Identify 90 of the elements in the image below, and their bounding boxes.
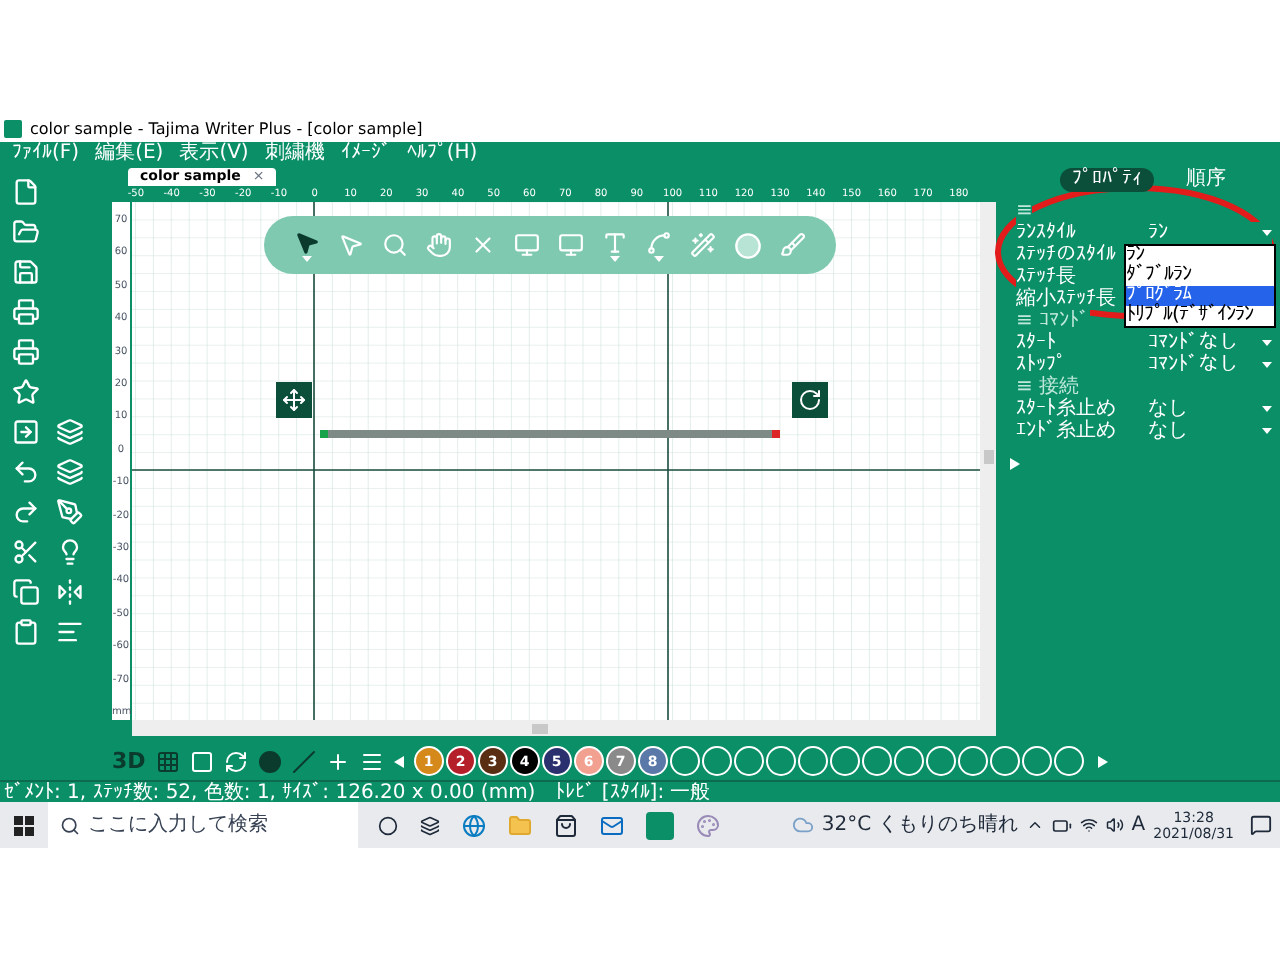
section-header: ≡ 接続 xyxy=(1016,376,1080,398)
star-icon[interactable] xyxy=(12,378,40,406)
vertical-scrollbar[interactable] xyxy=(980,202,996,720)
redo-icon[interactable] xyxy=(12,498,40,526)
sphere-icon[interactable] xyxy=(257,749,282,773)
menu-item[interactable]: 刺繍機 xyxy=(264,142,325,166)
property-value: ｺﾏﾝﾄﾞなし xyxy=(1148,354,1238,376)
property-value: ｺﾏﾝﾄﾞなし xyxy=(1148,332,1238,354)
caret-icon xyxy=(610,255,621,261)
property-dropdown[interactable]: ｺﾏﾝﾄﾞなし xyxy=(1148,354,1272,376)
dropdown-option[interactable]: ﾀﾞﾌﾞﾙﾗﾝ xyxy=(1126,266,1274,286)
browser-icon[interactable] xyxy=(462,813,486,837)
move-handle[interactable] xyxy=(276,382,312,418)
search-placeholder: ここに入力して検索 xyxy=(88,813,268,837)
property-label: ｽﾀｰﾄ糸止め xyxy=(1016,398,1116,420)
open-folder-icon[interactable] xyxy=(12,218,40,246)
chevron-up-icon[interactable] xyxy=(1025,816,1044,834)
property-label: 縮小ｽﾃｯﾁ長 xyxy=(1016,288,1116,310)
app-taskbar-icon[interactable] xyxy=(646,811,674,839)
property-value: なし xyxy=(1148,398,1188,420)
grid-icon[interactable] xyxy=(155,749,180,773)
menu-item[interactable]: ｲﾒｰｼﾞ xyxy=(340,142,391,166)
menu-icon[interactable] xyxy=(359,749,384,773)
dropdown-option[interactable]: ﾗﾝ xyxy=(1126,246,1274,266)
move-icon xyxy=(282,388,306,412)
collapse-arrow-icon[interactable] xyxy=(1010,458,1020,470)
property-label: ｽﾃｯﾁ長 xyxy=(1016,266,1076,288)
undo-icon[interactable] xyxy=(12,458,40,486)
caret-icon xyxy=(654,255,665,261)
property-dropdown[interactable]: ﾗﾝ xyxy=(1148,222,1272,244)
menu-item[interactable]: 編集(E) xyxy=(95,142,164,166)
property-value: ﾗﾝ xyxy=(1148,222,1168,244)
panel-tab[interactable]: ﾌﾟﾛﾊﾟﾃｨ xyxy=(1060,168,1154,192)
property-dropdown[interactable]: なし xyxy=(1148,398,1272,420)
notification-icon[interactable] xyxy=(1250,814,1272,836)
property-label: ｽﾄｯﾌﾟ xyxy=(1016,354,1066,376)
copy-icon[interactable] xyxy=(12,578,40,606)
search-icon xyxy=(60,815,80,835)
menu-item[interactable]: 表示(V) xyxy=(179,142,249,166)
rotate-icon xyxy=(798,388,822,412)
dropdown-option[interactable]: ﾄﾘﾌﾟﾙ(ﾃﾞｻﾞｲﾝﾗﾝ xyxy=(1126,306,1274,326)
property-label: ｽﾃｯﾁのｽﾀｲﾙ xyxy=(1016,244,1116,266)
refresh-icon[interactable] xyxy=(223,749,248,773)
property-label: ｽﾀｰﾄ xyxy=(1016,332,1056,354)
node-select-icon[interactable] xyxy=(337,232,364,258)
cloud-icon xyxy=(791,814,814,836)
property-value: なし xyxy=(1148,420,1188,442)
mail-icon[interactable] xyxy=(600,813,624,837)
horizontal-scrollbar[interactable] xyxy=(132,720,996,736)
palette-icon[interactable] xyxy=(696,813,720,837)
pen-icon[interactable] xyxy=(56,498,84,526)
panel-tab[interactable]: 順序 xyxy=(1174,168,1238,192)
bulb-icon[interactable] xyxy=(56,538,84,566)
menu-item[interactable]: ﾍﾙﾌﾟ(H) xyxy=(406,142,478,166)
section-header: ≡ ｺﾏﾝﾄﾞ xyxy=(1016,310,1090,332)
property-label: ｴﾝﾄﾞ糸止め xyxy=(1016,420,1116,442)
pointer-icon[interactable] xyxy=(293,229,320,255)
right-arrow-icon[interactable] xyxy=(1097,755,1108,767)
speaker-icon[interactable] xyxy=(1105,816,1124,834)
slash-icon[interactable] xyxy=(291,749,316,773)
app-logo-icon xyxy=(4,120,22,138)
layers-icon[interactable] xyxy=(56,458,84,486)
cut-icon[interactable] xyxy=(12,538,40,566)
section-header: ≡ xyxy=(1016,200,1033,222)
property-dropdown[interactable]: なし xyxy=(1148,420,1272,442)
align-icon[interactable] xyxy=(56,618,84,646)
status-text: ﾄﾚﾋﾞ [ｽﾀｲﾙ]: 一般 xyxy=(555,781,711,803)
menu-item[interactable]: ﾌｧｲﾙ(F) xyxy=(12,142,80,166)
battery-icon[interactable] xyxy=(1051,815,1072,835)
status-text: ｾﾞﾒﾝﾄ: 1, ｽﾃｯﾁ数: 52, 色数: 1, ｻｲｽﾞ: 126.20 x 0.00 (mm) xyxy=(4,781,536,803)
windows-logo-icon[interactable] xyxy=(14,815,34,835)
design-canvas[interactable] xyxy=(132,202,980,720)
weather-text[interactable]: 32°C くもりのち晴れ xyxy=(821,813,1018,837)
view-3d-button[interactable]: 3D xyxy=(112,748,146,774)
left-arrow-icon[interactable] xyxy=(393,755,404,767)
plus-icon[interactable] xyxy=(325,749,350,773)
save-icon[interactable] xyxy=(12,258,40,286)
new-file-icon[interactable] xyxy=(12,178,40,206)
property-label: ﾗﾝｽﾀｲﾙ xyxy=(1016,222,1076,244)
window-title: color sample - Tajima Writer Plus - [color sample] xyxy=(30,119,423,139)
layers-icon[interactable] xyxy=(56,418,84,446)
frame-icon[interactable] xyxy=(189,749,214,773)
store-icon[interactable] xyxy=(554,813,578,837)
ime-indicator[interactable]: A xyxy=(1131,813,1146,837)
property-dropdown[interactable]: ｺﾏﾝﾄﾞなし xyxy=(1148,332,1272,354)
taskbar-search-field[interactable]: ここに入力して検索 xyxy=(48,802,358,848)
paste-icon[interactable] xyxy=(12,618,40,646)
rotate-handle[interactable] xyxy=(792,382,828,418)
mirror-icon[interactable] xyxy=(56,578,84,606)
network-icon[interactable] xyxy=(1079,816,1098,834)
